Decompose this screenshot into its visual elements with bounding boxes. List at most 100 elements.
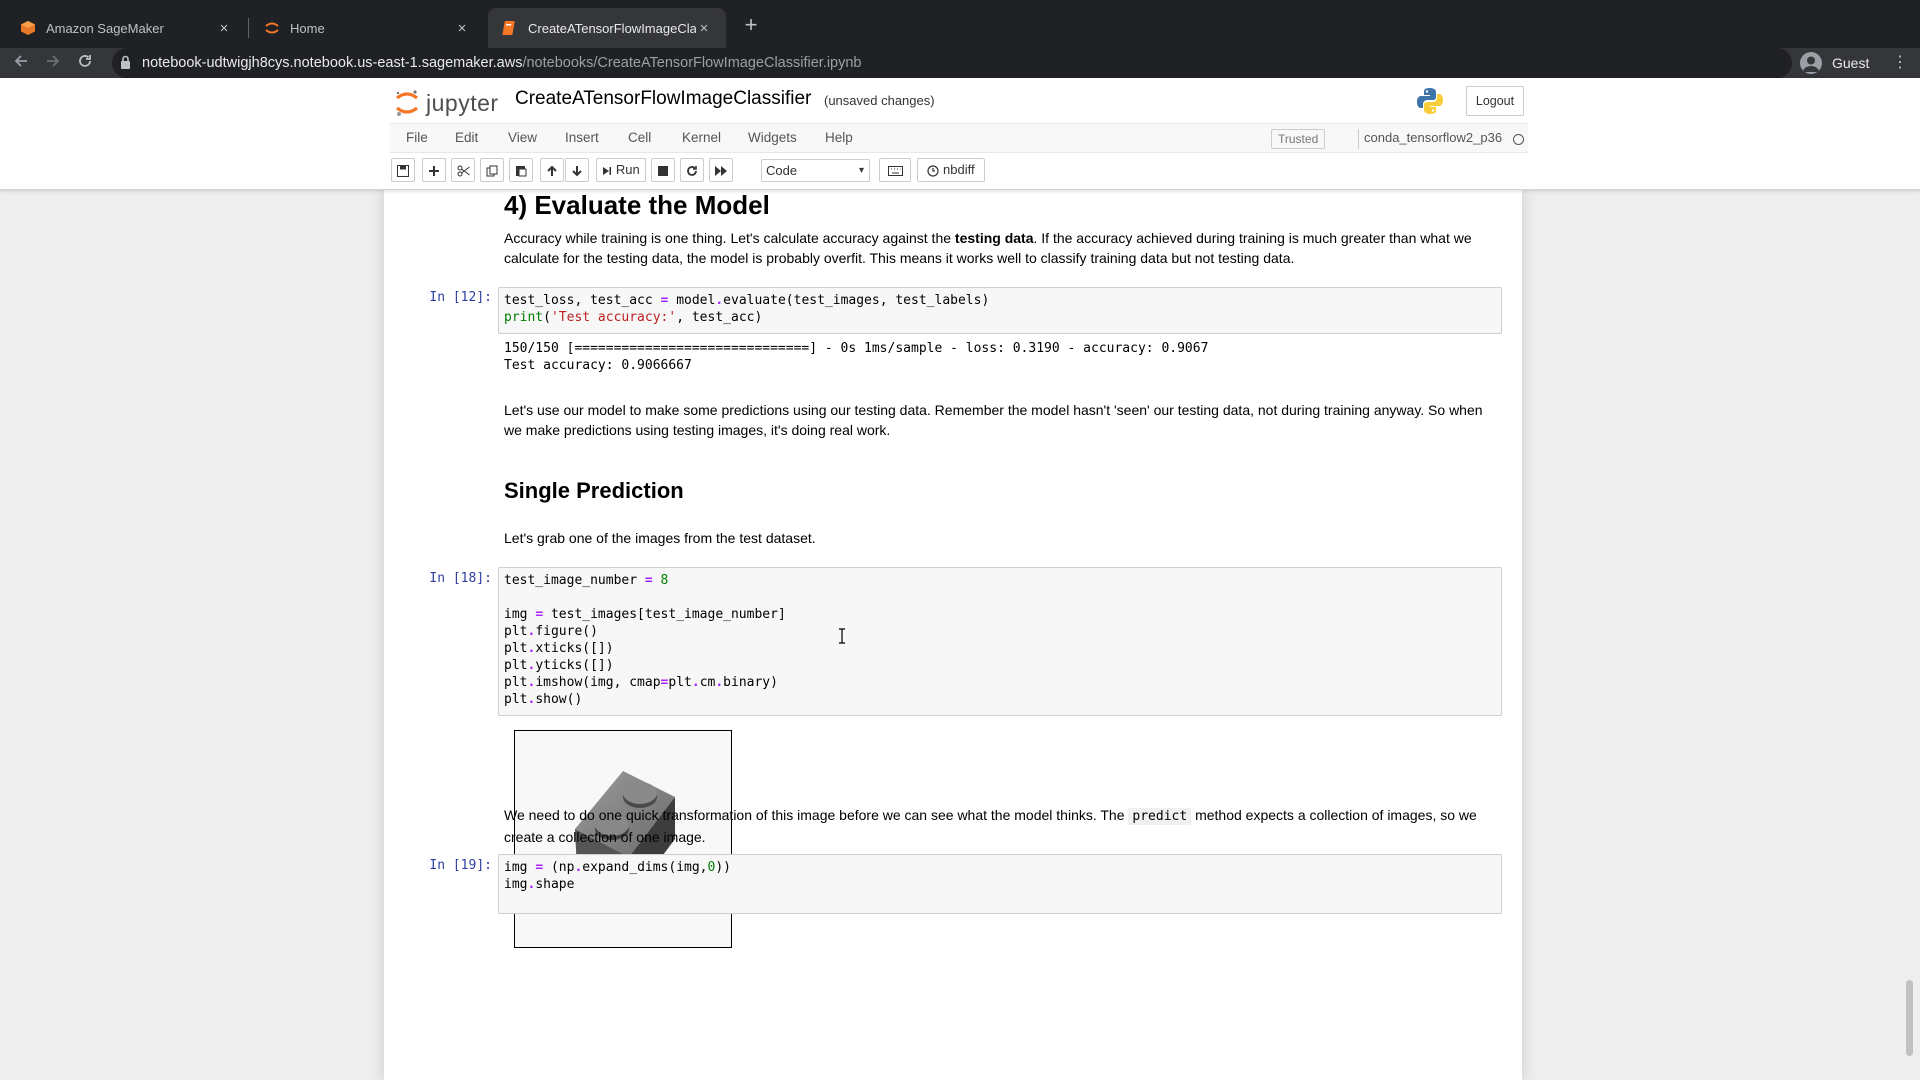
move-down-button[interactable] xyxy=(565,158,589,182)
tab-title: Home xyxy=(290,20,325,36)
floppy-disk-icon xyxy=(397,164,409,177)
cell-prompt: In [19]: xyxy=(429,858,492,873)
browser-toolbar: notebook-udtwigjh8cys.notebook.us-east-1… xyxy=(0,48,1920,78)
jupyter-icon xyxy=(265,22,279,34)
back-button[interactable] xyxy=(10,52,32,74)
python-logo-icon xyxy=(1417,88,1443,114)
chevron-down-icon: ▾ xyxy=(858,165,864,176)
jupyter-header: jupyter CreateATensorFlowImageClassifier… xyxy=(0,78,1920,190)
menu-view[interactable]: View xyxy=(508,130,537,145)
code-cell-19[interactable]: img = (np.expand_dims(img,0)) img.shape xyxy=(498,854,1502,914)
move-up-button[interactable] xyxy=(540,158,564,182)
profile-button[interactable]: Guest xyxy=(1800,52,1869,74)
arrow-right-icon xyxy=(47,55,60,67)
close-icon[interactable]: × xyxy=(696,20,712,37)
nbdiff-label: nbdiff xyxy=(943,162,975,177)
nbdiff-button[interactable]: nbdiff xyxy=(917,158,985,182)
logout-button[interactable]: Logout xyxy=(1466,86,1524,116)
restart-kernel-button[interactable] xyxy=(680,158,704,182)
arrow-up-icon xyxy=(547,165,557,176)
restart-icon xyxy=(687,165,697,176)
tab-separator xyxy=(248,18,249,38)
scrollbar-thumb[interactable] xyxy=(1906,980,1913,1056)
notebook-name[interactable]: CreateATensorFlowImageClassifier xyxy=(515,88,811,110)
tab-title: CreateATensorFlowImageClass xyxy=(528,20,696,36)
menu-help[interactable]: Help xyxy=(825,130,853,145)
step-forward-icon xyxy=(603,166,612,175)
arrow-left-icon xyxy=(14,55,27,67)
inline-code: predict xyxy=(1128,808,1192,825)
copy-button[interactable] xyxy=(480,158,504,182)
tab-home[interactable]: Home × xyxy=(250,8,484,48)
notebook-toolbar: Run Code ▾ nbdiff xyxy=(390,158,1528,186)
cell-type-value: Code xyxy=(766,163,798,178)
cell-type-select[interactable]: Code ▾ xyxy=(761,159,870,182)
code-cell-18[interactable]: test_image_number = 8 img = test_images[… xyxy=(498,567,1502,716)
text-cursor-icon xyxy=(839,628,845,644)
forward-button[interactable] xyxy=(42,52,64,74)
profile-label: Guest xyxy=(1832,55,1870,71)
markdown-transform: We need to do one quick transformation o… xyxy=(504,805,1504,847)
transform-text: We need to do one quick transformation o… xyxy=(504,807,1129,823)
jupyter-logo-text: jupyter xyxy=(426,89,499,116)
code-text: test_image_number = 8 img = test_images[… xyxy=(504,573,786,707)
clipboard-icon xyxy=(516,166,527,177)
run-button[interactable]: Run xyxy=(596,158,646,182)
save-button[interactable] xyxy=(391,158,415,182)
intro-text: Accuracy while training is one thing. Le… xyxy=(504,230,955,246)
plus-icon xyxy=(429,165,439,176)
trusted-badge[interactable]: Trusted xyxy=(1271,129,1326,149)
notebook-scroll-area[interactable]: 4) Evaluate the Model Accuracy while tra… xyxy=(0,190,1920,1080)
command-palette-button[interactable] xyxy=(879,158,911,182)
lock-icon xyxy=(121,55,130,69)
sagemaker-icon xyxy=(21,21,35,35)
code-text: test_loss, test_acc = model.evaluate(tes… xyxy=(504,293,990,325)
code-cell-12[interactable]: test_loss, test_acc = model.evaluate(tes… xyxy=(498,287,1502,334)
fast-forward-icon xyxy=(714,165,727,176)
intro-bold: testing data xyxy=(954,230,1034,246)
menu-widgets[interactable]: Widgets xyxy=(748,130,797,145)
history-icon xyxy=(927,164,939,177)
reload-button[interactable] xyxy=(74,52,96,74)
menu-edit[interactable]: Edit xyxy=(455,130,478,145)
menu-kernel[interactable]: Kernel xyxy=(682,130,721,145)
kernel-idle-indicator-icon xyxy=(1513,134,1524,145)
close-icon[interactable]: × xyxy=(216,20,232,37)
jupyter-logo[interactable]: jupyter xyxy=(394,88,499,118)
avatar-icon xyxy=(1800,52,1822,74)
kernel-name[interactable]: conda_tensorflow2_p36 xyxy=(1358,129,1502,149)
tab-title: Amazon SageMaker xyxy=(46,20,164,36)
insert-cell-button[interactable] xyxy=(422,158,446,182)
scissors-icon xyxy=(457,165,470,177)
code-text: img = (np.expand_dims(img,0)) img.shape xyxy=(504,860,731,892)
output-line: Test accuracy: 0.9066667 xyxy=(504,358,692,373)
reload-icon xyxy=(79,55,91,67)
output-line: 150/150 [==============================]… xyxy=(504,341,1209,356)
keyboard-icon xyxy=(887,165,903,176)
restart-run-all-button[interactable] xyxy=(709,158,733,182)
cell-output: 150/150 [==============================]… xyxy=(504,340,1208,374)
notebook-icon xyxy=(502,21,515,35)
url-path: /notebooks/CreateATensorFlowImageClassif… xyxy=(522,55,862,71)
url-text: notebook-udtwigjh8cys.notebook.us-east-1… xyxy=(142,55,862,71)
menu-insert[interactable]: Insert xyxy=(565,130,599,145)
interrupt-kernel-button[interactable] xyxy=(651,158,675,182)
close-icon[interactable]: × xyxy=(454,20,470,37)
menu-file[interactable]: File xyxy=(406,130,428,145)
new-tab-button[interactable]: + xyxy=(737,12,765,40)
jupyter-logo-icon xyxy=(396,90,418,116)
menu-cell[interactable]: Cell xyxy=(628,130,651,145)
paste-button[interactable] xyxy=(509,158,533,182)
copy-icon xyxy=(486,165,498,177)
tab-notebook[interactable]: CreateATensorFlowImageClass × xyxy=(488,8,726,48)
run-label: Run xyxy=(615,162,640,177)
browser-menu-icon[interactable]: ⋮ xyxy=(1892,52,1908,72)
cut-button[interactable] xyxy=(451,158,475,182)
browser-tab-bar: Amazon SageMaker × Home × CreateATensorF… xyxy=(0,0,1920,48)
markdown-intro: Accuracy while training is one thing. Le… xyxy=(504,228,1504,268)
arrow-down-icon xyxy=(572,165,582,176)
menu-bar: File Edit View Insert Cell Kernel Widget… xyxy=(390,123,1528,153)
cell-prompt: In [18]: xyxy=(429,571,492,586)
tab-amazon-sagemaker[interactable]: Amazon SageMaker × xyxy=(6,8,246,48)
notebook-container: 4) Evaluate the Model Accuracy while tra… xyxy=(384,190,1522,1080)
